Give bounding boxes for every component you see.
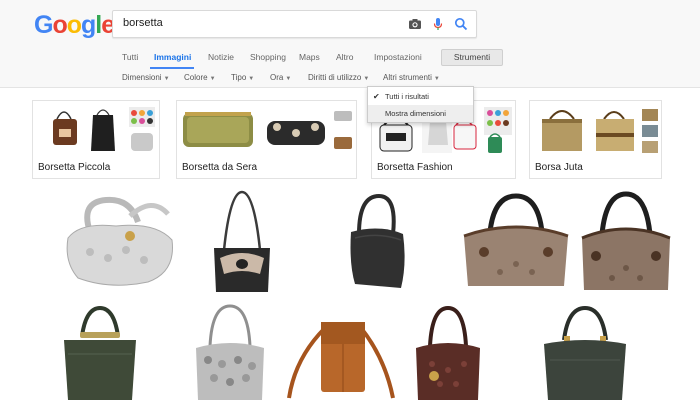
image-result[interactable] (412, 304, 484, 400)
camera-icon[interactable] (407, 16, 423, 32)
caret-down-icon: ▼ (285, 76, 292, 82)
related-chip[interactable]: Borsetta Piccola (32, 100, 160, 179)
handbag-image (463, 193, 569, 286)
logo-letter: o (66, 11, 82, 39)
tab-immagini[interactable]: Immagini (154, 52, 191, 62)
filter-dimensioni[interactable]: Dimensioni ▼ (122, 73, 170, 82)
tab-tutti[interactable]: Tutti (122, 52, 138, 62)
caret-down-icon: ▼ (248, 76, 255, 82)
menu-item-tutti-i-risultati[interactable]: ✔ Tutti i risultati (368, 88, 473, 105)
image-result[interactable] (60, 306, 140, 400)
search-input[interactable]: borsetta (123, 17, 163, 29)
image-result[interactable] (208, 188, 276, 296)
related-chip[interactable]: Borsetta da Sera (176, 100, 357, 179)
google-logo[interactable]: Google (34, 11, 115, 40)
filter-label: Colore (184, 73, 208, 82)
caret-down-icon: ▼ (163, 76, 170, 82)
filter-label: Altri strumenti (383, 73, 432, 82)
filter-label: Diritti di utilizzo (308, 73, 362, 82)
altri-strumenti-menu: ✔ Tutti i risultati Mostra dimensioni (367, 86, 474, 123)
caret-down-icon: ▼ (433, 76, 440, 82)
check-icon: ✔ (373, 92, 380, 101)
image-result[interactable] (345, 194, 409, 290)
logo-letter: G (34, 11, 53, 39)
filter-altri-strumenti[interactable]: Altri strumenti ▼ (383, 73, 440, 82)
tab-maps[interactable]: Maps (299, 52, 320, 62)
chip-label: Borsa Juta (535, 162, 583, 173)
filter-label: Dimensioni (122, 73, 162, 82)
image-result[interactable] (192, 302, 268, 400)
caret-down-icon: ▼ (209, 76, 216, 82)
logo-letter: o (52, 11, 67, 39)
tools-button[interactable]: Strumenti (441, 49, 503, 66)
menu-item-label: Mostra dimensioni (385, 109, 446, 118)
image-result[interactable] (580, 190, 672, 294)
search-icon[interactable] (453, 16, 469, 32)
chip-thumbnail (33, 101, 159, 159)
chip-thumbnail (530, 101, 661, 159)
handbag-image (416, 305, 480, 400)
microphone-icon[interactable] (430, 16, 446, 32)
image-result[interactable] (540, 306, 630, 400)
handbag-image (66, 196, 173, 286)
filter-tipo[interactable]: Tipo ▼ (231, 73, 254, 82)
tab-shopping[interactable]: Shopping (250, 52, 286, 62)
handbag-image (544, 306, 626, 400)
tab-altro[interactable]: Altro (336, 52, 353, 62)
filter-label: Ora (270, 73, 284, 82)
handbag-image (350, 194, 405, 288)
chip-label: Borsetta da Sera (182, 162, 258, 173)
search-tabs: Tutti Immagini Notizie Shopping Maps Alt… (0, 47, 700, 69)
search-box[interactable]: borsetta (112, 10, 477, 38)
handbag-image (581, 191, 671, 290)
logo-letter: g (81, 11, 96, 39)
handbag-image (287, 322, 395, 399)
tab-notizie[interactable]: Notizie (208, 52, 234, 62)
header: Google borsetta Tutti Immagini Notizie S… (0, 0, 700, 88)
filter-diritti[interactable]: Diritti di utilizzo ▼ (308, 73, 369, 82)
tools-filters: Dimensioni ▼ Colore ▼ Tipo ▼ Ora ▼ Diritti d… (0, 69, 700, 87)
handbag-image (64, 306, 136, 400)
filter-ora[interactable]: Ora ▼ (270, 73, 291, 82)
image-result[interactable] (60, 192, 178, 288)
handbag-image (196, 304, 264, 400)
image-result[interactable] (285, 318, 397, 400)
filter-colore[interactable]: Colore ▼ (184, 73, 216, 82)
caret-down-icon: ▼ (363, 76, 370, 82)
menu-item-label: Tutti i risultati (385, 92, 429, 101)
related-chip[interactable]: Borsa Juta (529, 100, 662, 179)
menu-item-mostra-dimensioni[interactable]: Mostra dimensioni (368, 105, 473, 122)
image-result[interactable] (460, 192, 572, 290)
chip-label: Borsetta Fashion (377, 162, 453, 173)
settings-link[interactable]: Impostazioni (374, 52, 422, 62)
chip-label: Borsetta Piccola (38, 162, 111, 173)
chip-thumbnail (177, 101, 356, 159)
filter-label: Tipo (231, 73, 247, 82)
handbag-image (214, 190, 270, 292)
